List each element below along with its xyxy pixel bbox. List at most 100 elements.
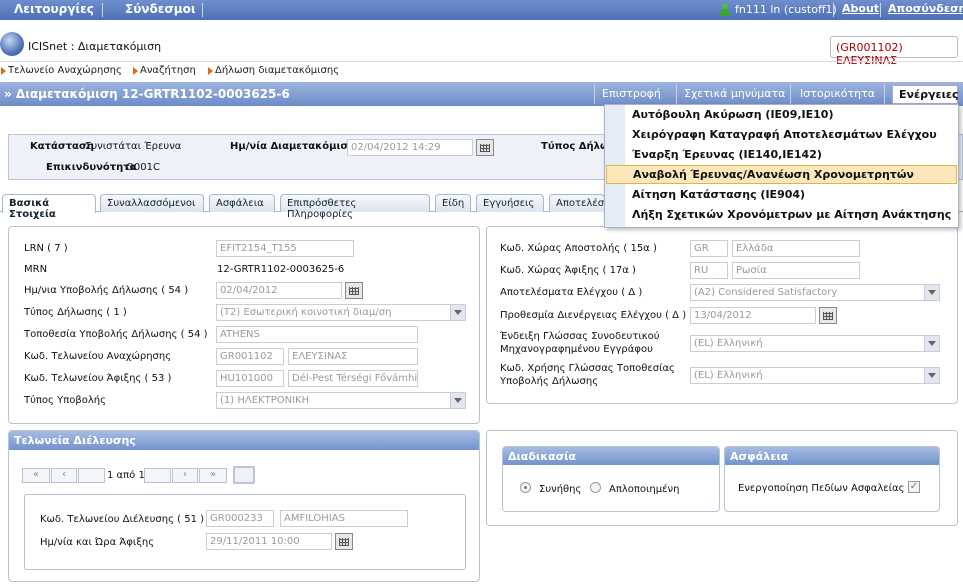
pager-last-button[interactable]: »: [199, 468, 227, 483]
transit-date-label: Ημ/νία Διαμετακόμισης: [230, 141, 362, 152]
tab-guarantees[interactable]: Εγγυήσεις: [476, 194, 544, 212]
tab-items[interactable]: Είδη: [435, 194, 471, 212]
header-divider: [594, 84, 595, 104]
transit-office-code[interactable]: GR000233: [206, 510, 274, 527]
decl-date-field[interactable]: 02/04/2012: [216, 282, 342, 299]
radio-normal[interactable]: [520, 482, 531, 493]
globe-icon: [0, 32, 24, 56]
return-button[interactable]: Επιστροφή: [602, 87, 661, 100]
place-field[interactable]: ATHENS: [216, 326, 418, 343]
dep-office-label: Κωδ. Τελωνείου Αναχώρησης: [24, 351, 172, 362]
mrn-label: MRN: [24, 264, 48, 275]
about-link[interactable]: About: [842, 2, 879, 15]
dest-country-name[interactable]: Ρωσία: [732, 262, 860, 279]
chevron-down-icon: [924, 368, 939, 383]
lrn-field[interactable]: EFIT2154_T155: [216, 240, 354, 257]
lang1-select[interactable]: (EL) Ελληνική: [690, 335, 940, 352]
security-label: Ενεργοποίηση Πεδίων Ασφαλείας: [738, 483, 905, 494]
dest-country-code[interactable]: RU: [690, 262, 728, 279]
calendar-icon[interactable]: [819, 307, 837, 324]
dest-office-code[interactable]: HU101000: [216, 370, 284, 387]
chevron-down-icon: [450, 393, 465, 408]
breadcrumb-item[interactable]: Αναζήτηση: [140, 65, 196, 76]
pager-blank: [78, 468, 105, 483]
sub-type-label: Τύπος Υποβολής: [24, 395, 106, 406]
transit-date-field[interactable]: 02/04/2012 14:29: [347, 139, 473, 156]
menu-item-postpone-inquiry[interactable]: Αναβολή Έρευνας/Ανανέωση Χρονομετρητών: [606, 165, 957, 184]
place-label: Τοποθεσία Υποβολής Δήλωσης ( 54 ): [24, 329, 208, 340]
dest-country-label: Κωδ. Χώρας Άφιξης ( 17α ): [500, 265, 636, 276]
arrow-icon: [133, 67, 138, 75]
transit-office-label: Κωδ. Τελωνείου Διέλευσης ( 51 ): [40, 514, 205, 525]
decl-type-label: Τύπος Δήλωσης ( 1 ): [24, 307, 127, 318]
tab-results[interactable]: Αποτελέσ: [549, 194, 605, 212]
control-results-value: (A2) Considered Satisfactory: [694, 287, 838, 298]
transit-offices-title: Τελωνεία Διέλευσης: [9, 431, 479, 450]
security-title: Ασφάλεια: [725, 447, 939, 465]
control-results-select[interactable]: (A2) Considered Satisfactory: [690, 284, 940, 301]
decl-type-label: Τύπος Δήλω: [541, 141, 609, 152]
decl-date-label: Ημ/νια Υποβολής Δήλωσης ( 54 ): [24, 285, 189, 296]
dest-office-name[interactable]: Dél-Pest Térségi Fővámhiv: [288, 370, 418, 387]
menu-item-manual-control[interactable]: Χειρόγραφη Καταγραφή Αποτελεσμάτων Ελέγχ…: [606, 126, 957, 145]
menu-divider: [880, 3, 881, 17]
chevron-down-icon: [450, 305, 465, 320]
lang2-value: (EL) Ελληνική: [694, 370, 763, 381]
disp-country-code[interactable]: GR: [690, 240, 728, 257]
tab-security[interactable]: Ασφάλεια: [209, 194, 275, 212]
record-title: » Διαμετακόμιση 12-GRTR1102-0003625-6: [4, 87, 290, 101]
menu-item-status-request[interactable]: Αίτηση Κατάστασης (IE904): [606, 186, 957, 205]
arrival-field[interactable]: 29/11/2011 10:00: [206, 533, 332, 550]
risk-value: O001C: [126, 162, 160, 173]
menu-item-start-inquiry[interactable]: Έναρξη Έρευνας (IE140,IE142): [606, 146, 957, 165]
transit-office-name[interactable]: AMFILOHIAS: [280, 510, 408, 527]
breadcrumb-item[interactable]: Τελωνείο Αναχώρησης: [8, 65, 122, 76]
dep-office-code[interactable]: GR001102: [216, 348, 284, 365]
arrival-label: Ημ/νία και Ώρα Άφιξης: [40, 537, 155, 548]
tab-additional-info[interactable]: Επιπρόσθετες Πληροφορίες: [280, 194, 430, 220]
risk-label: Επικινδυνότητα: [46, 162, 137, 173]
pager-first-button[interactable]: «: [22, 468, 50, 483]
calendar-icon[interactable]: [476, 139, 494, 156]
tab-parties[interactable]: Συναλλασσόμενοι: [100, 194, 204, 212]
header-divider: [676, 84, 677, 104]
calendar-icon[interactable]: [335, 533, 353, 550]
logout-link[interactable]: Αποσύνδεση: [888, 2, 963, 15]
app-title: ICISnet : Διαμετακόμιση: [28, 40, 162, 53]
menu-divider: [833, 3, 834, 17]
menu-links[interactable]: Σύνδεσμοι: [125, 2, 196, 16]
deadline-field[interactable]: 13/04/2012: [690, 307, 816, 324]
dest-office-label: Κωδ. Τελωνείου Άφιξης ( 53 ): [24, 373, 172, 384]
menu-divider: [102, 3, 103, 17]
messages-button[interactable]: Σχετικά μηνύματα: [684, 87, 785, 100]
history-button[interactable]: Ιστορικότητα: [800, 87, 875, 100]
pager-next-button[interactable]: ›: [172, 468, 198, 483]
menu-item-stop-timers[interactable]: Λήξη Σχετικών Χρονόμετρων με Αίτηση Ανάκ…: [606, 206, 957, 225]
lang2-select[interactable]: (EL) Ελληνική: [690, 367, 940, 384]
sub-type-select[interactable]: (1) ΗΛΕΚΤΡΟΝΙΚΗ: [216, 392, 466, 409]
menu-operations[interactable]: Λειτουργίες: [14, 2, 94, 16]
actions-button[interactable]: Ενέργειες: [892, 85, 959, 104]
tab-basic[interactable]: Βασικά Στοιχεία: [2, 194, 96, 220]
user-name: fn111 ln (custoff1): [735, 3, 837, 16]
transit-office-record: [24, 494, 466, 570]
mrn-value: 12-GRTR1102-0003625-6: [217, 264, 345, 275]
state-value: Συνιστάται Έρευνα: [85, 141, 182, 152]
calendar-icon[interactable]: [345, 282, 363, 299]
pager-prev-button[interactable]: ‹: [51, 468, 77, 483]
menu-item-cancel[interactable]: Αυτόβουλη Ακύρωση (IE09,IE10): [606, 106, 957, 125]
control-results-label: Αποτελέσματα Ελέγχου ( Δ ): [500, 287, 643, 298]
decl-type-select[interactable]: (T2) Εσωτερική κοινοτική διαμ/ση: [216, 304, 466, 321]
user-icon: [719, 3, 731, 16]
radio-simplified[interactable]: [590, 482, 601, 493]
security-checkbox[interactable]: ✓: [908, 481, 920, 493]
disp-country-name[interactable]: Ελλάδα: [732, 240, 860, 257]
lang1-label-line2: Μηχανογραφημένου Εγγράφου: [500, 344, 653, 355]
procedure-title: Διαδικασία: [503, 447, 719, 465]
deadline-label: Προθεσμία Διενέργειας Ελέγχου ( Δ ): [500, 310, 687, 321]
pager-blank: [144, 468, 171, 483]
menu-divider: [202, 3, 203, 17]
window-icon[interactable]: [233, 466, 255, 484]
dep-office-name[interactable]: ΕΛΕΥΣΙΝΑΣ: [288, 348, 418, 365]
chevron-down-icon: [924, 336, 939, 351]
